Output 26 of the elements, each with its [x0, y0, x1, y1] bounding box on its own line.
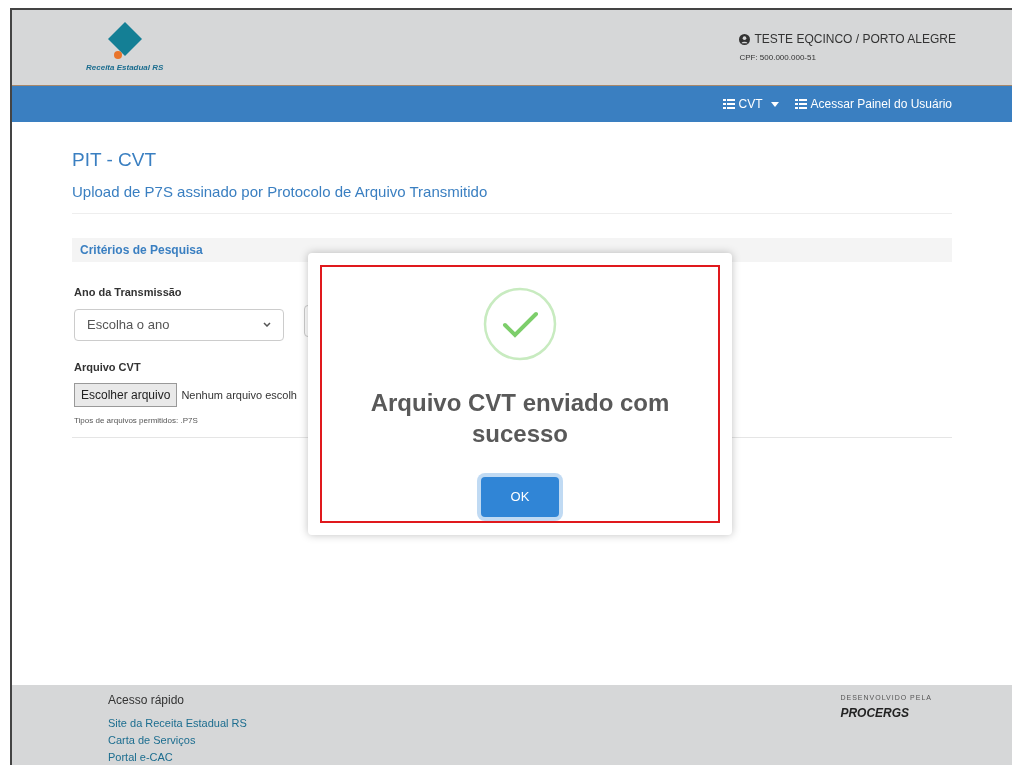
chevron-down-icon [263, 322, 271, 327]
user-icon [739, 33, 751, 45]
dialog-message: Arquivo CVT enviado com sucesso [369, 388, 671, 449]
ok-button[interactable]: OK [481, 477, 559, 517]
diamond-logo-icon [107, 22, 142, 60]
checkmark-circle-icon [483, 287, 557, 361]
cpf-text: CPF: 500.000.000-51 [739, 52, 817, 64]
list-icon [722, 99, 735, 109]
hint-text: Tipos de arquivos permitidos: .P7S [74, 415, 199, 427]
choose-file-button[interactable]: Escolher arquivo [74, 383, 178, 407]
field-label: Arquivo CVT [74, 359, 142, 375]
page-subtitle: Upload de P7S assinado por Protocolo de Arquivo Transmitido [72, 181, 489, 202]
nav-link[interactable]: Acessar Painel do Usuário [794, 95, 952, 113]
file-name-text: Nenhum arquivo escolh [181, 387, 297, 403]
footer-title: Acesso rápido [108, 692, 186, 709]
field-label: Ano da Transmissão [74, 285, 183, 300]
user-name: TESTE EQCINCO / PORTO ALEGRE [754, 31, 956, 48]
footer-link[interactable]: Carta de Serviços [108, 732, 247, 749]
footer-link[interactable]: Site da Receita Estadual RS [108, 715, 247, 732]
list-icon [794, 99, 807, 109]
credit-logo-text: PROCERGS [840, 704, 910, 722]
footer-link[interactable]: Portal e-CAC [108, 749, 247, 765]
page-title: PIT - CVT [72, 148, 158, 172]
logo-text: Receita Estadual RS [86, 62, 164, 74]
nav-link[interactable]: CVT [722, 95, 779, 113]
select-field[interactable]: Escolha o ano [74, 308, 284, 341]
